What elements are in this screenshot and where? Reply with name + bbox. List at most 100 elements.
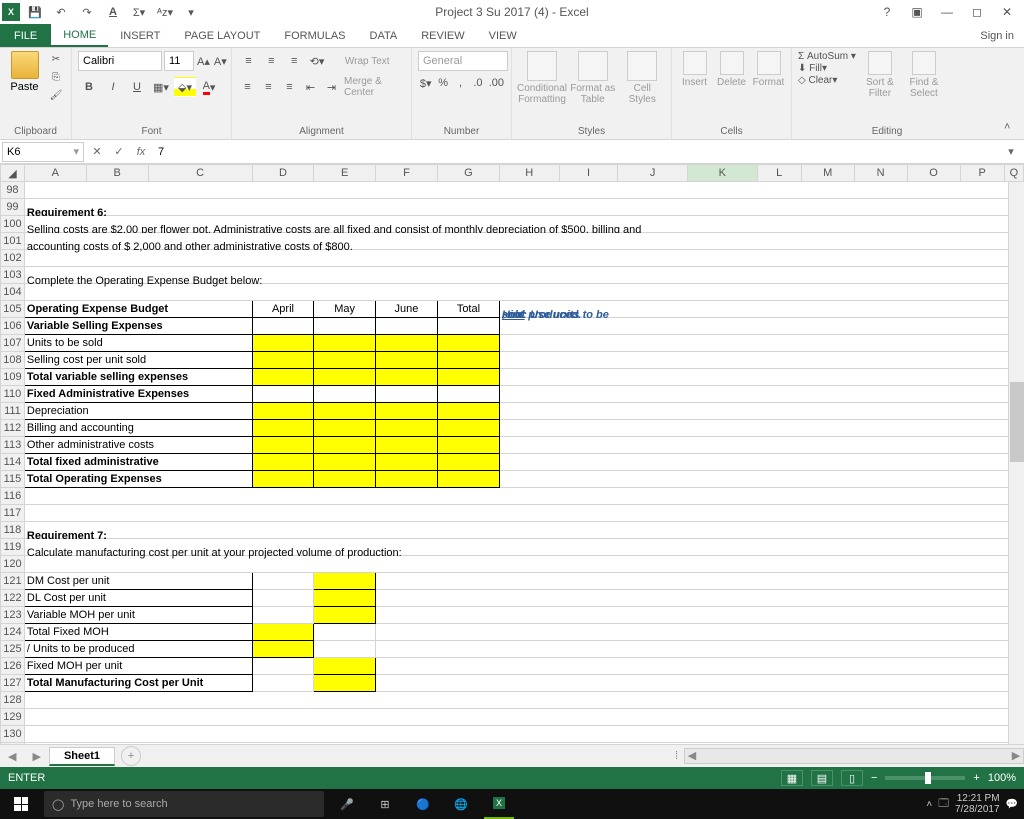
- zoom-out-icon[interactable]: −: [871, 772, 877, 784]
- sort-filter-button[interactable]: Sort & Filter: [860, 51, 900, 99]
- sheet-nav-next-icon[interactable]: ▶: [24, 750, 48, 763]
- view-pagebreak-icon[interactable]: ▯: [841, 770, 863, 786]
- tab-file[interactable]: FILE: [0, 24, 51, 47]
- col-header[interactable]: B: [86, 165, 148, 182]
- minimize-icon[interactable]: —: [934, 2, 960, 22]
- underline-button[interactable]: U: [126, 77, 148, 97]
- col-header[interactable]: P: [960, 165, 1004, 182]
- formula-input[interactable]: [152, 142, 1000, 162]
- qat-dropdown-icon[interactable]: ▾: [180, 1, 202, 23]
- name-box[interactable]: K6▾: [2, 142, 84, 162]
- expand-formula-icon[interactable]: ▾: [1000, 142, 1022, 162]
- col-header[interactable]: K: [687, 165, 757, 182]
- col-header[interactable]: E: [314, 165, 376, 182]
- indent-dec-icon[interactable]: ⇤: [301, 77, 320, 97]
- tray-up-icon[interactable]: ˄: [926, 799, 932, 810]
- tab-pagelayout[interactable]: PAGE LAYOUT: [172, 24, 272, 47]
- qat-icon[interactable]: ᴬz▾: [154, 1, 176, 23]
- zoom-slider[interactable]: [885, 776, 965, 780]
- currency-icon[interactable]: $▾: [418, 73, 433, 93]
- view-layout-icon[interactable]: ▤: [811, 770, 833, 786]
- percent-icon[interactable]: %: [435, 73, 450, 93]
- wrap-text-button[interactable]: Wrap Text: [329, 51, 405, 71]
- font-size-select[interactable]: [164, 51, 194, 71]
- cut-icon[interactable]: ✂: [47, 51, 65, 67]
- fx-icon[interactable]: fx: [130, 142, 152, 162]
- redo-icon[interactable]: ↷: [76, 1, 98, 23]
- align-center-icon[interactable]: ≡: [259, 77, 278, 97]
- cancel-formula-icon[interactable]: ✕: [86, 142, 108, 162]
- task-view-icon[interactable]: ⊞: [370, 789, 400, 819]
- delete-cells-button[interactable]: Delete: [715, 51, 748, 88]
- spreadsheet-grid[interactable]: ◢ A B C D E F G H I J K L M N O P Q 98 9…: [0, 164, 1024, 744]
- align-middle-icon[interactable]: ≡: [261, 51, 282, 71]
- col-header[interactable]: A: [24, 165, 86, 182]
- dec-decimal-icon[interactable]: .00: [488, 73, 505, 93]
- format-painter-icon[interactable]: 🖌: [47, 87, 65, 103]
- tray-battery-icon[interactable]: 🗔: [938, 796, 949, 813]
- tab-data[interactable]: DATA: [358, 24, 410, 47]
- col-header[interactable]: N: [854, 165, 907, 182]
- number-format-select[interactable]: [418, 51, 508, 71]
- col-header[interactable]: C: [148, 165, 252, 182]
- collapse-ribbon-icon[interactable]: ˄: [1004, 121, 1020, 137]
- qat-icon[interactable]: Σ▾: [128, 1, 150, 23]
- align-right-icon[interactable]: ≡: [280, 77, 299, 97]
- cell-styles-button[interactable]: Cell Styles: [620, 51, 666, 105]
- tab-review[interactable]: REVIEW: [409, 24, 476, 47]
- signin-link[interactable]: Sign in: [970, 24, 1024, 47]
- indent-inc-icon[interactable]: ⇥: [322, 77, 341, 97]
- col-header[interactable]: F: [375, 165, 437, 182]
- horizontal-scrollbar[interactable]: ◀ ▶: [684, 748, 1024, 764]
- view-normal-icon[interactable]: ▦: [781, 770, 803, 786]
- shrink-font-icon[interactable]: A▾: [213, 51, 228, 71]
- col-header[interactable]: G: [437, 165, 499, 182]
- italic-button[interactable]: I: [102, 77, 124, 97]
- bold-button[interactable]: B: [78, 77, 100, 97]
- conditional-formatting-button[interactable]: Conditional Formatting: [518, 51, 566, 105]
- format-as-table-button[interactable]: Format as Table: [570, 51, 616, 105]
- tab-view[interactable]: VIEW: [477, 24, 529, 47]
- font-name-select[interactable]: [78, 51, 162, 71]
- copy-icon[interactable]: ⎘: [47, 69, 65, 85]
- align-top-icon[interactable]: ≡: [238, 51, 259, 71]
- undo-icon[interactable]: ↶: [50, 1, 72, 23]
- fill-button[interactable]: ⬇ Fill▾: [798, 63, 856, 74]
- save-icon[interactable]: 💾: [24, 1, 46, 23]
- align-left-icon[interactable]: ≡: [238, 77, 257, 97]
- notification-icon[interactable]: 💬: [1006, 799, 1018, 810]
- merge-center-button[interactable]: Merge & Center: [343, 77, 405, 97]
- maximize-icon[interactable]: ◻: [964, 2, 990, 22]
- zoom-in-icon[interactable]: +: [973, 772, 979, 784]
- sheet-nav-prev-icon[interactable]: ◀: [0, 750, 24, 763]
- align-bottom-icon[interactable]: ≡: [284, 51, 305, 71]
- enter-formula-icon[interactable]: ✓: [108, 142, 130, 162]
- clear-button[interactable]: ◇ Clear▾: [798, 75, 856, 86]
- find-select-button[interactable]: Find & Select: [904, 51, 944, 99]
- grow-font-icon[interactable]: A▴: [196, 51, 211, 71]
- taskbar-app-icon[interactable]: 🌐: [446, 789, 476, 819]
- ribbon-options-icon[interactable]: ▣: [904, 2, 930, 22]
- help-icon[interactable]: ?: [874, 2, 900, 22]
- orientation-icon[interactable]: ⟲▾: [307, 51, 328, 71]
- comma-icon[interactable]: ,: [453, 73, 468, 93]
- paste-button[interactable]: Paste: [6, 51, 43, 93]
- select-all-corner[interactable]: ◢: [1, 165, 25, 182]
- taskbar-clock[interactable]: 12:21 PM7/28/2017: [955, 793, 1000, 815]
- zoom-level[interactable]: 100%: [988, 772, 1016, 784]
- taskbar-app-icon[interactable]: 🔵: [408, 789, 438, 819]
- qat-icon[interactable]: A: [102, 1, 124, 23]
- format-cells-button[interactable]: Format: [752, 51, 785, 88]
- add-sheet-button[interactable]: +: [121, 746, 141, 766]
- col-header[interactable]: M: [801, 165, 854, 182]
- taskbar-excel-icon[interactable]: X: [484, 789, 514, 819]
- autosum-button[interactable]: Σ AutoSum ▾: [798, 51, 856, 62]
- taskbar-search[interactable]: ◯ Type here to search: [44, 791, 324, 817]
- col-header[interactable]: I: [559, 165, 618, 182]
- insert-cells-button[interactable]: Insert: [678, 51, 711, 88]
- start-button[interactable]: [6, 789, 36, 819]
- sheet-tab[interactable]: Sheet1: [49, 747, 115, 766]
- col-header[interactable]: D: [252, 165, 314, 182]
- fill-color-button[interactable]: ⬙▾: [174, 77, 196, 97]
- col-header[interactable]: L: [757, 165, 801, 182]
